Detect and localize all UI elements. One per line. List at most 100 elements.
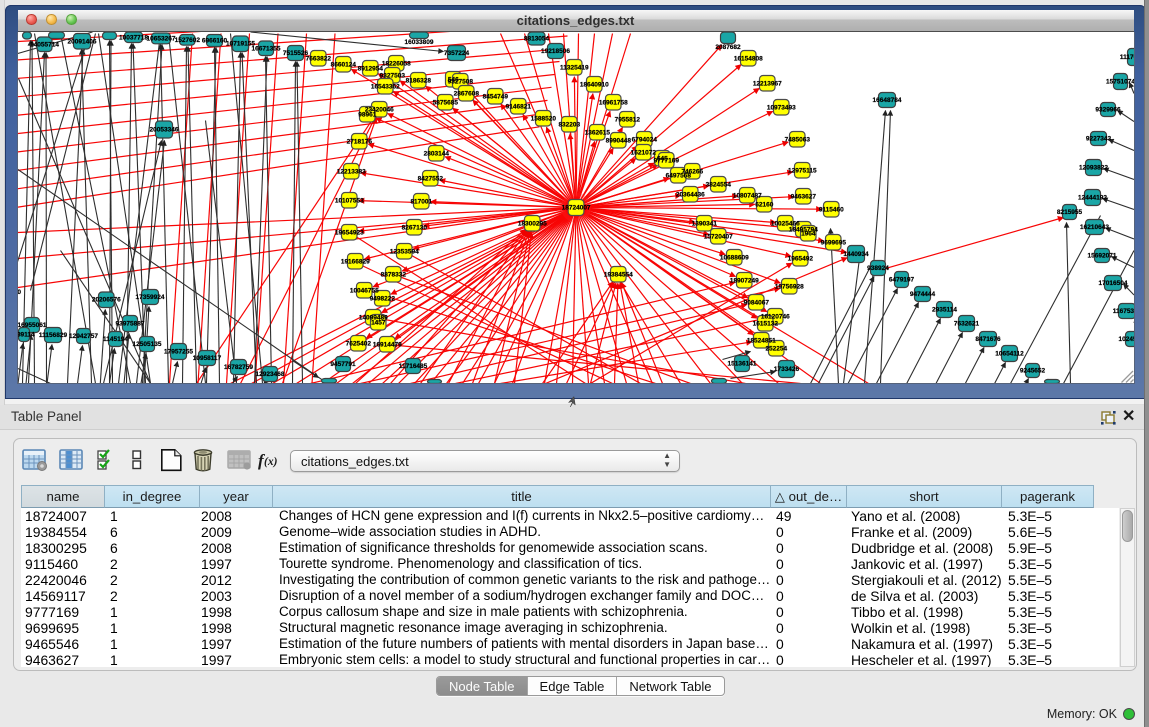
- svg-text:8267130: 8267130: [401, 224, 427, 231]
- svg-text:8660124: 8660124: [330, 61, 356, 68]
- svg-text:8912954: 8912954: [357, 65, 383, 72]
- svg-text:(x): (x): [264, 456, 278, 468]
- svg-text:16154808: 16154808: [733, 55, 762, 62]
- svg-text:12213383: 12213383: [336, 168, 365, 175]
- svg-text:2867608: 2867608: [453, 90, 479, 97]
- svg-text:10958117: 10958117: [192, 355, 221, 362]
- svg-text:8878332: 8878332: [380, 271, 406, 278]
- svg-text:8215955: 8215955: [1056, 209, 1082, 216]
- svg-text:817001: 817001: [410, 198, 432, 205]
- svg-text:9699695: 9699695: [820, 239, 846, 246]
- svg-text:26266520: 26266520: [18, 289, 21, 296]
- svg-text:10107553: 10107553: [334, 197, 363, 204]
- svg-text:10037718: 10037718: [119, 34, 148, 41]
- svg-text:16120746: 16120746: [760, 313, 789, 320]
- svg-text:10245012: 10245012: [1118, 336, 1133, 343]
- svg-text:19654923: 19654923: [334, 229, 363, 236]
- svg-text:16648784: 16648784: [872, 97, 901, 104]
- svg-text:12942757: 12942757: [69, 333, 98, 340]
- svg-text:17957255: 17957255: [164, 348, 193, 355]
- svg-text:16671355: 16671355: [251, 45, 280, 52]
- svg-text:6479197: 6479197: [888, 276, 914, 283]
- svg-text:19166829: 19166829: [340, 258, 369, 265]
- svg-text:939114: 939114: [18, 331, 35, 338]
- svg-text:8990448: 8990448: [605, 137, 631, 144]
- svg-text:3824554: 3824554: [705, 181, 731, 188]
- svg-text:7485063: 7485063: [784, 136, 810, 143]
- svg-text:9084067: 9084067: [743, 299, 769, 306]
- svg-text:8471676: 8471676: [975, 336, 1001, 343]
- svg-text:12093822: 12093822: [1079, 164, 1108, 171]
- svg-text:10807487: 10807487: [732, 192, 761, 199]
- svg-text:8186328: 8186328: [405, 77, 431, 84]
- svg-text:18300295: 18300295: [517, 220, 546, 227]
- svg-text:16955061: 16955061: [18, 322, 47, 329]
- svg-text:20364436: 20364436: [675, 191, 704, 198]
- svg-text:9115460: 9115460: [818, 206, 843, 213]
- svg-text:12444193: 12444193: [1078, 194, 1107, 201]
- svg-text:16961758: 16961758: [598, 99, 627, 106]
- svg-text:18640910: 18640910: [579, 81, 608, 88]
- svg-text:746266: 746266: [681, 168, 703, 175]
- svg-text:1457: 1457: [371, 319, 386, 326]
- svg-text:1964: 1964: [801, 230, 816, 237]
- svg-text:12975115: 12975115: [788, 167, 817, 174]
- svg-text:18524851: 18524851: [746, 337, 775, 344]
- svg-text:11170732: 11170732: [1119, 54, 1133, 61]
- svg-text:1615132: 1615132: [752, 320, 778, 327]
- svg-text:9463627: 9463627: [790, 193, 816, 200]
- svg-text:9777169: 9777169: [653, 157, 679, 164]
- svg-text:6794024: 6794024: [631, 136, 657, 143]
- svg-text:11675339: 11675339: [1112, 308, 1133, 315]
- svg-text:10973493: 10973493: [766, 104, 795, 111]
- svg-text:15692071: 15692071: [1087, 252, 1116, 259]
- svg-text:20206576: 20206576: [91, 296, 120, 303]
- svg-text:20053346: 20053346: [149, 126, 178, 133]
- svg-text:2718176: 2718176: [346, 138, 372, 145]
- svg-text:98961: 98961: [358, 111, 376, 118]
- svg-text:11716485: 11716485: [398, 363, 427, 370]
- svg-text:7663822: 7663822: [305, 55, 331, 62]
- svg-text:252254: 252254: [765, 345, 787, 352]
- svg-text:7632621: 7632621: [953, 320, 979, 327]
- svg-text:93975887: 93975887: [115, 320, 144, 327]
- svg-text:18907249: 18907249: [729, 277, 758, 284]
- svg-text:1440934: 1440934: [843, 251, 869, 258]
- svg-text:1362615: 1362615: [584, 129, 610, 136]
- svg-text:20091406: 20091406: [67, 38, 96, 45]
- svg-text:5875685: 5875685: [432, 99, 458, 106]
- svg-text:938924: 938924: [867, 265, 889, 272]
- svg-text:9146821: 9146821: [505, 103, 531, 110]
- svg-text:15720407: 15720407: [703, 233, 732, 240]
- svg-text:1527602: 1527602: [174, 36, 200, 43]
- svg-text:10653267: 10653267: [146, 35, 175, 42]
- svg-text:7625402: 7625402: [345, 340, 371, 347]
- svg-text:19384554: 19384554: [603, 271, 632, 278]
- svg-text:15751074: 15751074: [1106, 78, 1134, 85]
- svg-text:9327503: 9327503: [379, 72, 405, 79]
- svg-text:9327508: 9327508: [447, 78, 473, 85]
- svg-text:8813054: 8813054: [523, 35, 549, 42]
- svg-text:12923468: 12923468: [255, 371, 284, 378]
- svg-text:2803144: 2803144: [423, 150, 449, 157]
- svg-text:7955812: 7955812: [614, 116, 640, 123]
- svg-text:832203: 832203: [558, 121, 580, 128]
- svg-text:11325419: 11325419: [560, 64, 589, 71]
- svg-text:1390341: 1390341: [691, 220, 717, 227]
- svg-text:19218506: 19218506: [541, 48, 570, 55]
- svg-text:6966160: 6966160: [201, 37, 227, 44]
- svg-text:1733426: 1733426: [773, 366, 799, 373]
- svg-text:2935114: 2935114: [932, 306, 957, 313]
- svg-text:1965492: 1965492: [787, 255, 813, 262]
- svg-text:2087682: 2087682: [715, 44, 741, 51]
- svg-text:8454749: 8454749: [482, 93, 508, 100]
- svg-text:1145194: 1145194: [103, 336, 128, 343]
- svg-text:1621072: 1621072: [630, 149, 656, 156]
- svg-text:9498222: 9498222: [369, 295, 395, 302]
- svg-text:16914479: 16914479: [372, 341, 401, 348]
- svg-text:17359924: 17359924: [135, 294, 164, 301]
- svg-text:14055714: 14055714: [30, 41, 59, 48]
- svg-text:9474444: 9474444: [909, 291, 935, 298]
- svg-text:18724007: 18724007: [561, 204, 590, 211]
- svg-text:8427552: 8427552: [417, 175, 443, 182]
